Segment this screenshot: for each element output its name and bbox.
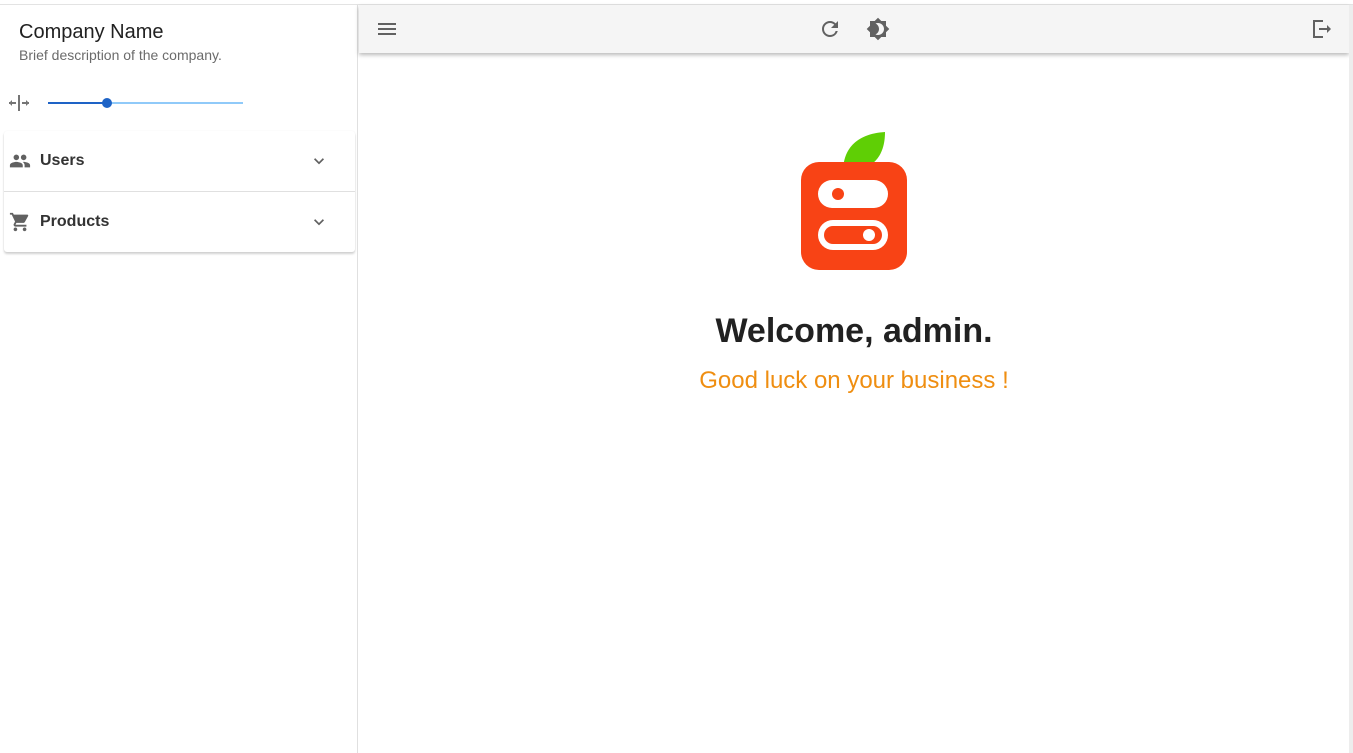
scrollbar[interactable]	[1349, 5, 1353, 753]
menu-toggle-button[interactable]	[375, 17, 399, 41]
sidebar-item-label: Users	[40, 152, 85, 169]
refresh-icon	[822, 21, 838, 37]
width-adjust-icon	[9, 95, 29, 111]
logout-button[interactable]	[1309, 17, 1333, 41]
refresh-button[interactable]	[818, 17, 842, 41]
people-icon	[9, 154, 31, 168]
chevron-down-icon[interactable]	[309, 151, 329, 171]
logout-icon	[1313, 20, 1331, 38]
apple-server-logo	[801, 132, 907, 270]
menu-icon	[378, 23, 396, 35]
sidebar-width-slider[interactable]	[48, 95, 243, 111]
sidebar-menu: Users Products	[4, 131, 355, 252]
company-description: Brief description of the company.	[19, 47, 222, 63]
sidebar: Company Name Brief description of the co…	[0, 5, 358, 753]
sidebar-item-products[interactable]: Products	[4, 191, 355, 252]
top-toolbar	[359, 5, 1349, 53]
cart-icon	[9, 212, 29, 232]
sidebar-item-users[interactable]: Users	[4, 131, 355, 191]
slider-fill	[48, 102, 107, 104]
theme-toggle-button[interactable]	[866, 17, 890, 41]
chevron-down-icon[interactable]	[309, 212, 329, 232]
slider-thumb[interactable]	[101, 98, 112, 108]
welcome-heading: Welcome, admin.	[715, 312, 993, 350]
welcome-subtitle: Good luck on your business !	[699, 367, 1009, 394]
brightness-icon	[866, 17, 890, 41]
sidebar-item-label: Products	[40, 213, 110, 230]
company-name: Company Name	[19, 21, 164, 43]
